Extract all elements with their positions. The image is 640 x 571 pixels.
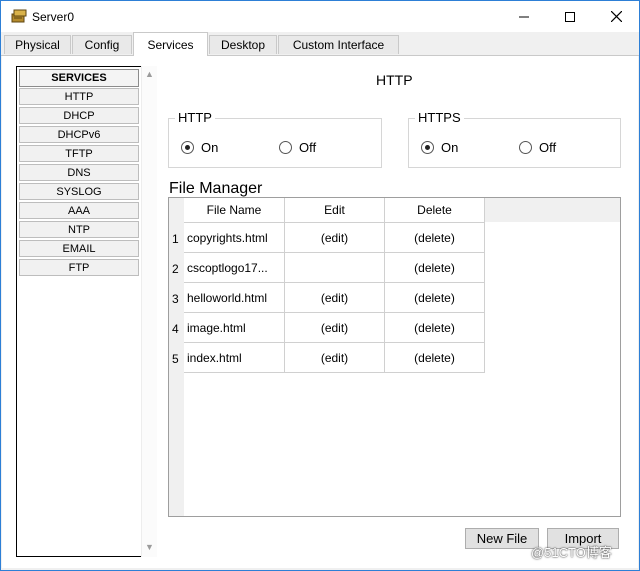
file-name-cell[interactable]: helloworld.html <box>184 283 285 313</box>
service-item-http[interactable]: HTTP <box>19 88 139 105</box>
delete-link[interactable]: (delete) <box>385 223 485 253</box>
file-name-cell[interactable]: copyrights.html <box>184 223 285 253</box>
minimize-button[interactable] <box>501 1 547 32</box>
services-list: SERVICES HTTP DHCP DHCPv6 TFTP DNS SYSLO… <box>16 66 142 557</box>
column-header-edit[interactable]: Edit <box>285 198 385 223</box>
service-item-dhcpv6[interactable]: DHCPv6 <box>19 126 139 143</box>
row-number: 4 <box>172 322 179 336</box>
row-number: 5 <box>172 352 179 366</box>
row-number: 2 <box>172 262 179 276</box>
row-number: 3 <box>172 292 179 306</box>
title-bar[interactable]: Server0 <box>1 1 639 32</box>
close-icon <box>610 11 622 22</box>
delete-link[interactable]: (delete) <box>385 313 485 343</box>
tab-physical[interactable]: Physical <box>4 35 71 54</box>
https-on-label: On <box>441 140 459 155</box>
maximize-button[interactable] <box>547 1 593 32</box>
close-button[interactable] <box>593 1 639 32</box>
service-item-dhcp[interactable]: DHCP <box>19 107 139 124</box>
file-name-cell[interactable]: index.html <box>184 343 285 373</box>
scroll-up-icon[interactable]: ▲ <box>145 69 154 79</box>
server-app-icon <box>11 9 27 23</box>
row-number: 1 <box>172 232 179 246</box>
table-header-filler <box>485 198 620 222</box>
file-manager-title: File Manager <box>169 180 263 197</box>
minimize-icon <box>519 16 529 17</box>
service-item-dns[interactable]: DNS <box>19 164 139 181</box>
services-scrollbar[interactable]: ▲ ▼ <box>141 66 157 557</box>
tab-config[interactable]: Config <box>72 35 132 54</box>
http-on-label: On <box>201 140 219 155</box>
edit-link[interactable]: (edit) <box>285 223 385 253</box>
https-off-radio[interactable]: Off <box>519 140 556 155</box>
http-off-radio[interactable]: Off <box>279 140 316 155</box>
https-group: HTTPS On Off <box>408 110 621 168</box>
radio-selected-icon <box>181 141 194 154</box>
edit-link <box>285 253 385 283</box>
https-group-legend: HTTPS <box>415 110 464 125</box>
services-header: SERVICES <box>19 69 139 87</box>
tab-bar: Physical Config Services Desktop Custom … <box>1 32 639 56</box>
edit-link[interactable]: (edit) <box>285 283 385 313</box>
delete-link[interactable]: (delete) <box>385 253 485 283</box>
file-manager-table: File Name Edit Delete 1 copyrights.html … <box>168 197 621 517</box>
tab-desktop[interactable]: Desktop <box>209 35 277 54</box>
edit-link[interactable]: (edit) <box>285 343 385 373</box>
column-header-delete[interactable]: Delete <box>385 198 485 223</box>
http-group-legend: HTTP <box>175 110 215 125</box>
delete-link[interactable]: (delete) <box>385 283 485 313</box>
radio-unselected-icon <box>519 141 532 154</box>
window-title: Server0 <box>32 10 75 24</box>
maximize-icon <box>565 11 575 22</box>
service-item-tftp[interactable]: TFTP <box>19 145 139 162</box>
column-header-file-name[interactable]: File Name <box>184 198 285 223</box>
edit-link[interactable]: (edit) <box>285 313 385 343</box>
service-item-ntp[interactable]: NTP <box>19 221 139 238</box>
watermark-text: @51CTO博客 <box>531 545 612 560</box>
delete-link[interactable]: (delete) <box>385 343 485 373</box>
new-file-button[interactable]: New File <box>465 528 539 549</box>
tab-custom-interface[interactable]: Custom Interface <box>278 35 399 54</box>
https-off-label: Off <box>539 140 557 155</box>
service-item-aaa[interactable]: AAA <box>19 202 139 219</box>
radio-unselected-icon <box>279 141 292 154</box>
service-item-syslog[interactable]: SYSLOG <box>19 183 139 200</box>
https-on-radio[interactable]: On <box>421 140 458 155</box>
file-name-cell[interactable]: cscoptlogo17... <box>184 253 285 283</box>
scroll-down-icon[interactable]: ▼ <box>145 542 154 552</box>
service-item-ftp[interactable]: FTP <box>19 259 139 276</box>
http-off-label: Off <box>299 140 317 155</box>
server-window: Server0 Physical Config Services Desktop… <box>0 0 640 571</box>
tab-services[interactable]: Services <box>133 32 208 56</box>
file-name-cell[interactable]: image.html <box>184 313 285 343</box>
http-on-radio[interactable]: On <box>181 140 218 155</box>
services-content: SERVICES HTTP DHCP DHCPv6 TFTP DNS SYSLO… <box>2 56 638 568</box>
http-group: HTTP On Off <box>168 110 382 168</box>
service-item-email[interactable]: EMAIL <box>19 240 139 257</box>
page-title: HTTP <box>376 72 413 88</box>
radio-selected-icon <box>421 141 434 154</box>
